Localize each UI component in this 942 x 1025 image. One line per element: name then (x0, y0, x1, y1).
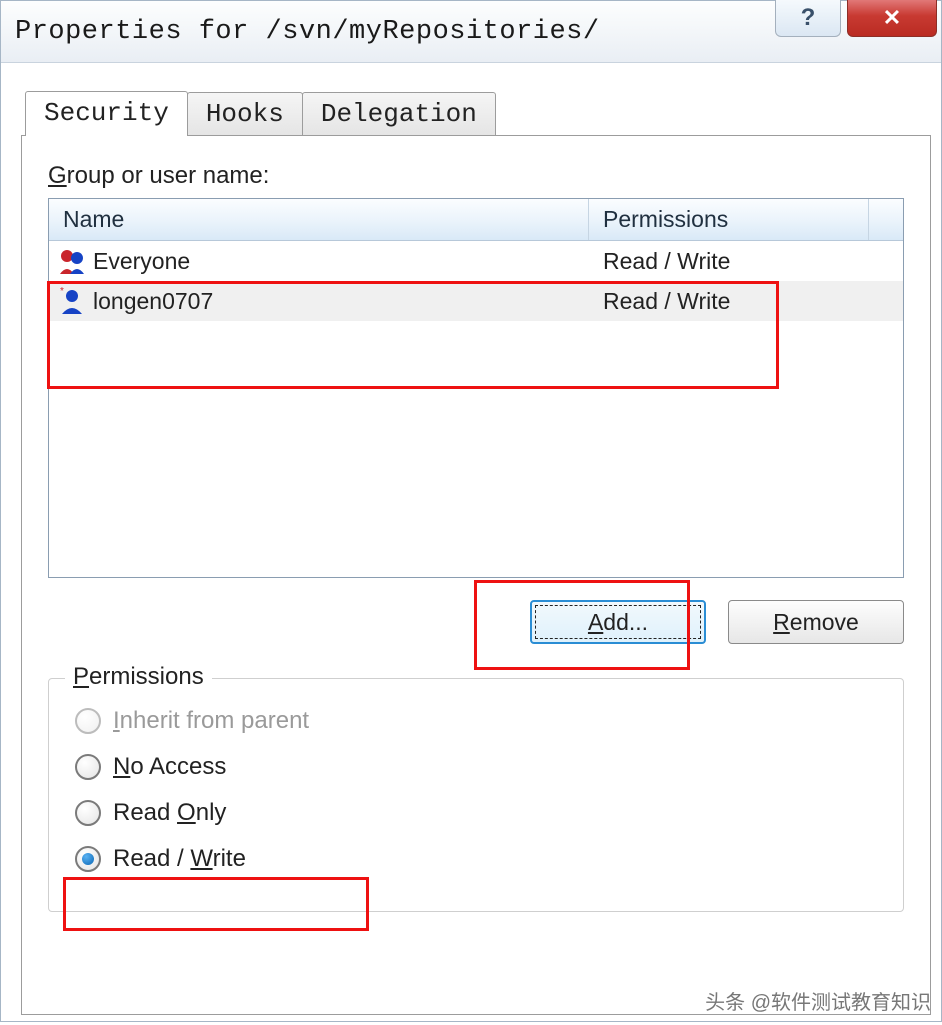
radio-label: Inherit from parent (113, 707, 309, 735)
row-name: longen0707 (93, 288, 589, 315)
grid-header: Name Permissions (49, 199, 903, 241)
watermark: 头条 @软件测试教育知识 (705, 986, 931, 1015)
row-name: Everyone (93, 248, 589, 275)
question-icon: ? (801, 4, 816, 32)
radio-icon (75, 846, 101, 872)
tab-panel-security: Group or user name: Name Permissions Eve… (21, 135, 931, 1015)
radio-read-write[interactable]: Read / Write (75, 845, 883, 873)
column-name[interactable]: Name (49, 199, 589, 240)
remove-button[interactable]: Remove (728, 600, 904, 644)
tabstrip: Security Hooks Delegation (25, 91, 931, 135)
window-buttons: ? ✕ (769, 0, 937, 37)
dialog-content: Security Hooks Delegation Group or user … (1, 63, 941, 1025)
window-title: Properties for /svn/myRepositories/ (15, 17, 600, 47)
column-permissions[interactable]: Permissions (589, 199, 869, 240)
radio-label: No Access (113, 753, 226, 781)
radio-icon (75, 754, 101, 780)
group-user-label: Group or user name: (48, 162, 904, 190)
svg-text:*: * (60, 286, 64, 297)
user-list[interactable]: Name Permissions Everyone Read / Write (48, 198, 904, 578)
close-button[interactable]: ✕ (847, 0, 937, 37)
highlight-box (63, 877, 369, 931)
tab-security[interactable]: Security (25, 91, 188, 136)
close-icon: ✕ (883, 5, 901, 31)
radio-label: Read Only (113, 799, 226, 827)
grid-body: Everyone Read / Write * longen0707 Read … (49, 241, 903, 321)
radio-label: Read / Write (113, 845, 246, 873)
permissions-legend: Permissions (65, 663, 212, 691)
tab-hooks[interactable]: Hooks (187, 92, 303, 135)
table-row[interactable]: * longen0707 Read / Write (49, 281, 903, 321)
radio-icon (75, 708, 101, 734)
titlebar: Properties for /svn/myRepositories/ ? ✕ (1, 1, 941, 63)
tab-delegation[interactable]: Delegation (302, 92, 496, 135)
group-icon (57, 246, 87, 276)
radio-icon (75, 800, 101, 826)
radio-inherit: Inherit from parent (75, 707, 883, 735)
radio-read-only[interactable]: Read Only (75, 799, 883, 827)
table-row[interactable]: Everyone Read / Write (49, 241, 903, 281)
row-permission: Read / Write (589, 248, 903, 275)
properties-dialog: Properties for /svn/myRepositories/ ? ✕ … (0, 0, 942, 1022)
row-permission: Read / Write (589, 288, 903, 315)
add-button[interactable]: Add... (530, 600, 706, 644)
radio-no-access[interactable]: No Access (75, 753, 883, 781)
user-icon: * (57, 286, 87, 316)
permissions-group: Permissions Inherit from parent No Acces… (48, 678, 904, 912)
help-button[interactable]: ? (775, 0, 841, 37)
user-buttons: Add... Remove (48, 600, 904, 644)
